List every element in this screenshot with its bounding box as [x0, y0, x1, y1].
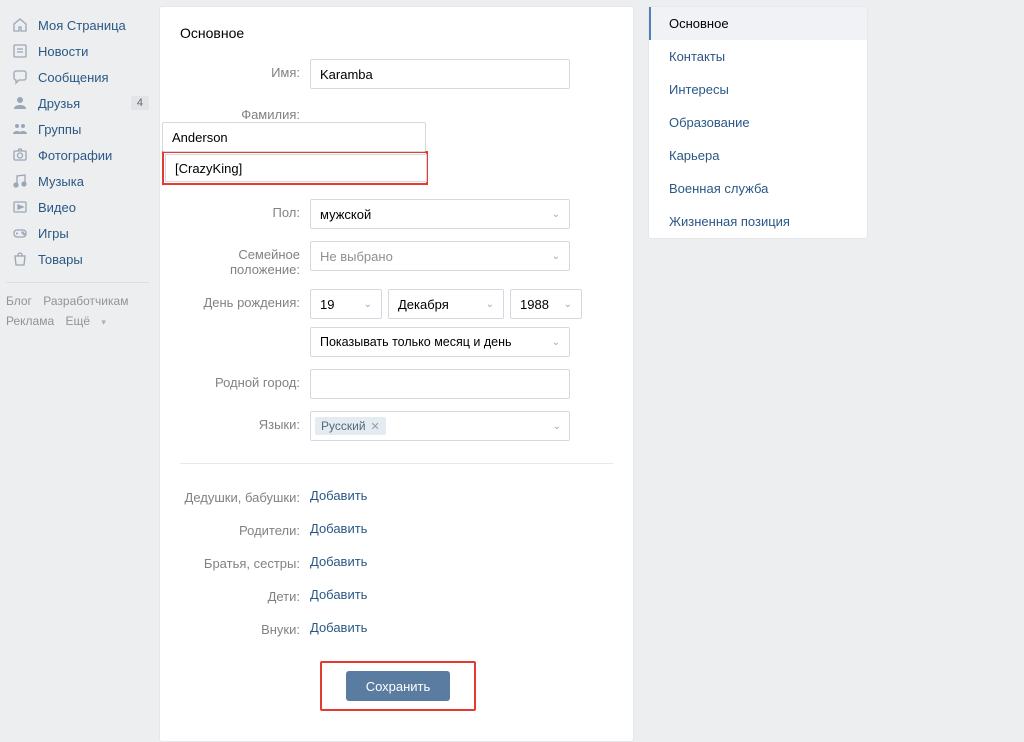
close-icon[interactable]: ✕ — [371, 420, 380, 433]
tab-general[interactable]: Основное — [649, 7, 867, 40]
nav-groups[interactable]: Группы — [6, 116, 155, 142]
bday-visibility-select[interactable]: Показывать только месяц и день ⌄ — [310, 327, 570, 357]
add-grandparents-link[interactable]: Добавить — [310, 484, 367, 503]
chevron-down-icon: ⌄ — [552, 337, 560, 348]
nav-label: Музыка — [38, 174, 84, 189]
friends-badge: 4 — [131, 96, 149, 110]
label-name: Имя: — [180, 59, 310, 80]
nav-label: Новости — [38, 44, 88, 59]
label-surname: Фамилия: — [180, 101, 310, 122]
surname-input[interactable] — [162, 122, 426, 152]
hometown-input[interactable] — [310, 369, 570, 399]
chevron-down-icon: ⌄ — [486, 299, 494, 310]
chevron-down-icon: ▾ — [101, 317, 106, 327]
gamepad-icon — [10, 223, 30, 243]
languages-input[interactable]: Русский ✕ ⌄ — [310, 411, 570, 441]
tab-education[interactable]: Образование — [649, 106, 867, 139]
relation-select[interactable]: Не выбрано ⌄ — [310, 241, 570, 271]
chevron-down-icon: ⌄ — [364, 299, 372, 310]
sex-select[interactable]: мужской ⌄ — [310, 199, 570, 229]
add-grandchildren-link[interactable]: Добавить — [310, 616, 367, 635]
video-icon — [10, 197, 30, 217]
label-hometown: Родной город: — [180, 369, 310, 390]
tab-military[interactable]: Военная служба — [649, 172, 867, 205]
footer-links: Блог Разработчикам Реклама Ещё ▾ — [6, 291, 155, 332]
nav-photos[interactable]: Фотографии — [6, 142, 155, 168]
nav-market[interactable]: Товары — [6, 246, 155, 272]
separator — [180, 463, 613, 464]
messages-icon — [10, 67, 30, 87]
footer-devs[interactable]: Разработчикам — [43, 294, 128, 308]
bday-month-select[interactable]: Декабря ⌄ — [388, 289, 504, 319]
camera-icon — [10, 145, 30, 165]
label-grandparents: Дедушки, бабушки: — [180, 484, 310, 505]
save-button[interactable]: Сохранить — [346, 671, 451, 701]
groups-icon — [10, 119, 30, 139]
add-children-link[interactable]: Добавить — [310, 583, 367, 602]
nickname-input[interactable] — [165, 154, 427, 182]
nav-news[interactable]: Новости — [6, 38, 155, 64]
name-input[interactable] — [310, 59, 570, 89]
label-siblings: Братья, сестры: — [180, 550, 310, 571]
nav-separator — [6, 282, 149, 283]
nav-friends[interactable]: Друзья 4 — [6, 90, 155, 116]
nav-label: Сообщения — [38, 70, 109, 85]
chevron-down-icon: ⌄ — [552, 251, 560, 262]
chevron-down-icon: ⌄ — [553, 421, 561, 432]
footer-more[interactable]: Ещё ▾ — [65, 314, 113, 328]
chevron-down-icon: ⌄ — [552, 209, 560, 220]
footer-ads[interactable]: Реклама — [6, 314, 54, 328]
nav-label: Товары — [38, 252, 83, 267]
add-siblings-link[interactable]: Добавить — [310, 550, 367, 569]
left-sidebar: Моя Страница Новости Сообщения Друзья 4 — [0, 6, 155, 742]
main-panel: Основное Имя: Фамилия: Пол: мужской — [159, 6, 634, 742]
nav-music[interactable]: Музыка — [6, 168, 155, 194]
label-sex: Пол: — [180, 199, 310, 220]
nav-video[interactable]: Видео — [6, 194, 155, 220]
label-langs: Языки: — [180, 411, 310, 432]
nav-label: Фотографии — [38, 148, 112, 163]
friends-icon — [10, 93, 30, 113]
tab-interests[interactable]: Интересы — [649, 73, 867, 106]
label-bday: День рождения: — [180, 289, 310, 310]
home-icon — [10, 15, 30, 35]
news-icon — [10, 41, 30, 61]
music-icon — [10, 171, 30, 191]
nav-label: Моя Страница — [38, 18, 126, 33]
nav-label: Друзья — [38, 96, 80, 111]
label-grandchildren: Внуки: — [180, 616, 310, 637]
add-parents-link[interactable]: Добавить — [310, 517, 367, 536]
tab-contacts[interactable]: Контакты — [649, 40, 867, 73]
footer-blog[interactable]: Блог — [6, 294, 32, 308]
nav-games[interactable]: Игры — [6, 220, 155, 246]
save-highlight: Сохранить — [320, 661, 476, 711]
bday-day-select[interactable]: 19 ⌄ — [310, 289, 382, 319]
bag-icon — [10, 249, 30, 269]
page-title: Основное — [160, 7, 633, 59]
label-parents: Родители: — [180, 517, 310, 538]
nickname-highlight — [162, 151, 428, 185]
label-children: Дети: — [180, 583, 310, 604]
chevron-down-icon: ⌄ — [564, 299, 572, 310]
tab-career[interactable]: Карьера — [649, 139, 867, 172]
tab-position[interactable]: Жизненная позиция — [649, 205, 867, 238]
nav-label: Группы — [38, 122, 81, 137]
settings-tabs: Основное Контакты Интересы Образование К… — [648, 6, 868, 239]
bday-year-select[interactable]: 1988 ⌄ — [510, 289, 582, 319]
nav-messages[interactable]: Сообщения — [6, 64, 155, 90]
nav-label: Видео — [38, 200, 76, 215]
label-relation: Семейное положение: — [180, 241, 310, 277]
language-chip: Русский ✕ — [315, 417, 386, 435]
nav-label: Игры — [38, 226, 69, 241]
nav-my-page[interactable]: Моя Страница — [6, 12, 155, 38]
